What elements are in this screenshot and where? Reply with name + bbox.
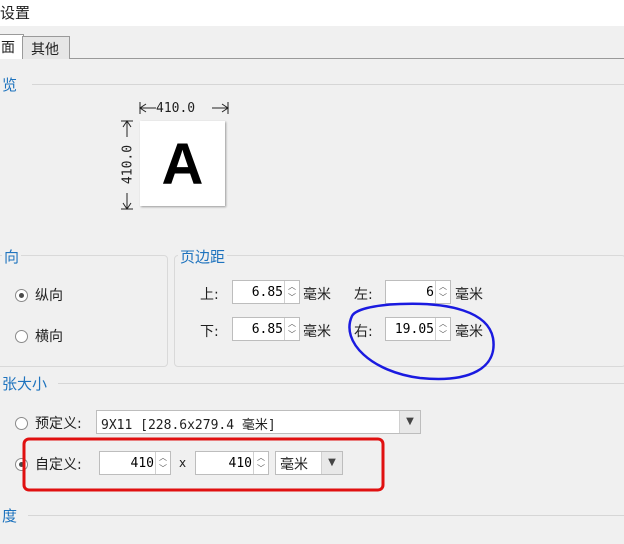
red-rect-annotation (22, 437, 385, 492)
annotation-overlay (22, 302, 495, 492)
blue-circle-annotation (348, 302, 495, 381)
